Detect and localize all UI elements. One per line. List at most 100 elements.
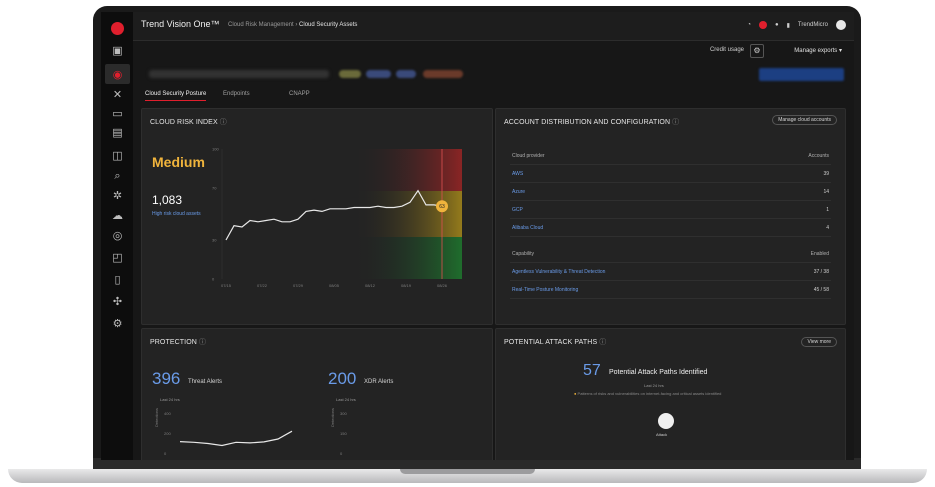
status-badge xyxy=(366,70,391,78)
info-icon: ⓘ xyxy=(198,339,207,346)
clock-icon[interactable]: ◔ xyxy=(747,22,751,28)
threat-alerts-chart: Detections 400 200 0 xyxy=(154,408,293,456)
info-icon: ⓘ xyxy=(219,119,227,126)
threat-alerts-label: Threat Alerts xyxy=(188,379,223,385)
high-risk-band xyxy=(352,149,462,191)
dashboard-icon[interactable]: ▣ xyxy=(111,45,124,56)
avatar[interactable] xyxy=(836,20,846,30)
table-header: Capability Enabled xyxy=(510,245,831,263)
y-tick-label: 150 xyxy=(340,431,347,436)
inbox-icon[interactable]: ◫ xyxy=(111,150,124,161)
threat-alerts-timeframe: Last 24 hrs xyxy=(160,397,180,402)
attack-paths-note: ● Patterns of risks and vulnerabilities … xyxy=(574,391,722,396)
table-row[interactable]: Alibaba Cloud 4 xyxy=(510,219,831,237)
account-distribution-card: ACCOUNT DISTRIBUTION AND CONFIGURATION ⓘ… xyxy=(495,108,846,325)
risk-level: Medium xyxy=(152,154,205,170)
report-icon[interactable]: ▤ xyxy=(111,127,124,138)
sidebar: ▣ ◉ ✕ ▭ ▤ ◫ ⌕ ✲ ☁ ◎ ◰ ▯ ✣ ⚙ xyxy=(101,12,133,460)
breadcrumb-parent[interactable]: Cloud Risk Management xyxy=(228,22,294,28)
x-tick-label: 07/22 xyxy=(257,283,268,288)
x-tick-label: 07/15 xyxy=(221,283,232,288)
x-tick-label: 08/12 xyxy=(365,283,376,288)
card-title: ACCOUNT DISTRIBUTION AND CONFIGURATION ⓘ xyxy=(504,119,680,126)
y-tick-label: 0 xyxy=(340,451,343,456)
manage-exports-dropdown[interactable]: Manage exports ▾ xyxy=(794,47,842,54)
folder-icon[interactable]: ◰ xyxy=(111,252,124,263)
clipboard-icon[interactable]: ▯ xyxy=(111,274,124,285)
risk-count: 1,083 xyxy=(152,193,183,207)
app-title: Trend Vision One™ xyxy=(141,19,220,29)
breadcrumb: Cloud Risk Management › Cloud Security A… xyxy=(228,22,357,28)
status-badge xyxy=(396,70,416,78)
attacker-node-icon[interactable] xyxy=(658,413,674,429)
sub-bar: Credit usage ⚙ Manage exports ▾ xyxy=(133,40,854,62)
trend-logo-icon[interactable] xyxy=(111,22,124,35)
user-icon[interactable]: ▮ xyxy=(787,22,790,29)
medium-risk-band xyxy=(352,191,462,237)
credit-usage-link[interactable]: Credit usage xyxy=(710,47,744,53)
threat-alerts-count[interactable]: 396 xyxy=(152,369,180,389)
warning-icon: ● xyxy=(574,391,577,396)
y-tick-label: 100 xyxy=(212,147,219,152)
threat-series-line xyxy=(179,430,293,447)
attack-paths-count[interactable]: 57 xyxy=(583,362,601,380)
tab-cnapp[interactable]: CNAPP xyxy=(289,91,310,97)
x-tick-label: 08/05 xyxy=(329,283,340,288)
network-icon[interactable]: ✕ xyxy=(111,89,124,100)
xdr-alerts-chart: Detections 300 150 0 xyxy=(330,408,347,456)
tab-cloud-security-posture[interactable]: Cloud Security Posture xyxy=(145,91,207,101)
info-icon: ⓘ xyxy=(672,119,680,126)
gear-icon[interactable]: ✲ xyxy=(111,190,124,201)
x-tick-label: 07/29 xyxy=(293,283,304,288)
settings-icon[interactable]: ⚙ xyxy=(111,318,124,329)
risk-index-chart: 100 70 30 0 07/15 07/22 07/29 08/05 08/12 08/19 0… xyxy=(212,147,462,288)
blurred-header xyxy=(141,68,844,82)
bug-icon[interactable]: ✣ xyxy=(111,296,124,307)
table-row[interactable]: Azure 14 xyxy=(510,183,831,201)
table-row[interactable]: GCP 1 xyxy=(510,201,831,219)
primary-action-button[interactable] xyxy=(759,68,844,81)
chat-icon[interactable]: ▭ xyxy=(111,108,124,119)
cloud-icon[interactable]: ☁ xyxy=(111,210,124,221)
breadcrumb-current: Cloud Security Assets xyxy=(299,22,358,28)
cloud-security-icon[interactable]: ◉ xyxy=(111,69,124,80)
attacker-node-label: Attack xyxy=(656,432,668,437)
attack-paths-headline: Potential Attack Paths Identified xyxy=(609,369,708,376)
top-bar: Trend Vision One™ Cloud Risk Management … xyxy=(133,12,854,41)
info-icon: ⓘ xyxy=(599,339,607,346)
user-name[interactable]: TrendMicro xyxy=(798,22,828,28)
tab-endpoints[interactable]: Endpoints xyxy=(223,91,250,97)
current-value-label: 63 xyxy=(439,204,445,210)
shield-icon[interactable]: ◎ xyxy=(111,230,124,241)
gear-icon[interactable]: ⚙ xyxy=(750,44,764,58)
blurred-title xyxy=(149,70,329,78)
x-tick-label: 08/26 xyxy=(437,283,448,288)
help-icon[interactable]: ● xyxy=(775,22,779,28)
card-title: PROTECTION ⓘ xyxy=(150,339,207,346)
table-row[interactable]: Real-Time Posture Monitoring 45 / 58 xyxy=(510,281,831,299)
view-more-button[interactable]: View more xyxy=(801,337,837,347)
breadcrumb-separator: › xyxy=(295,22,298,28)
y-tick-label: 70 xyxy=(212,186,217,191)
protection-card: PROTECTION ⓘ 396 Threat Alerts Last 24 h… xyxy=(141,328,493,460)
status-badge xyxy=(339,70,361,78)
y-tick-label: 400 xyxy=(164,411,171,416)
y-tick-label: 300 xyxy=(340,411,347,416)
high-risk-assets-link[interactable]: High risk cloud assets xyxy=(152,211,202,218)
attack-paths-card: POTENTIAL ATTACK PATHS ⓘ View more 57 Po… xyxy=(495,328,846,460)
tab-bar: Cloud Security Posture Endpoints CNAPP xyxy=(141,88,854,102)
cloud-risk-index-card: CLOUD RISK INDEX ⓘ Medium 1,083 High ris… xyxy=(141,108,493,325)
low-risk-band xyxy=(352,237,462,279)
x-tick-label: 08/19 xyxy=(401,283,412,288)
manage-cloud-accounts-button[interactable]: Manage cloud accounts xyxy=(772,115,837,125)
account-table: Cloud provider Accounts AWS 39 Azure 14 GC… xyxy=(510,147,831,299)
notification-icon[interactable] xyxy=(758,21,767,29)
axis-label: Detections xyxy=(154,408,159,427)
table-row[interactable]: AWS 39 xyxy=(510,165,831,183)
table-row[interactable]: Agentless Vulnerability & Threat Detecti… xyxy=(510,263,831,281)
y-tick-label: 30 xyxy=(212,238,217,243)
table-header: Cloud provider Accounts xyxy=(510,147,831,165)
xdr-alerts-count[interactable]: 200 xyxy=(328,369,356,389)
search-icon[interactable]: ⌕ xyxy=(111,170,124,181)
xdr-alerts-label: XDR Alerts xyxy=(364,379,394,385)
